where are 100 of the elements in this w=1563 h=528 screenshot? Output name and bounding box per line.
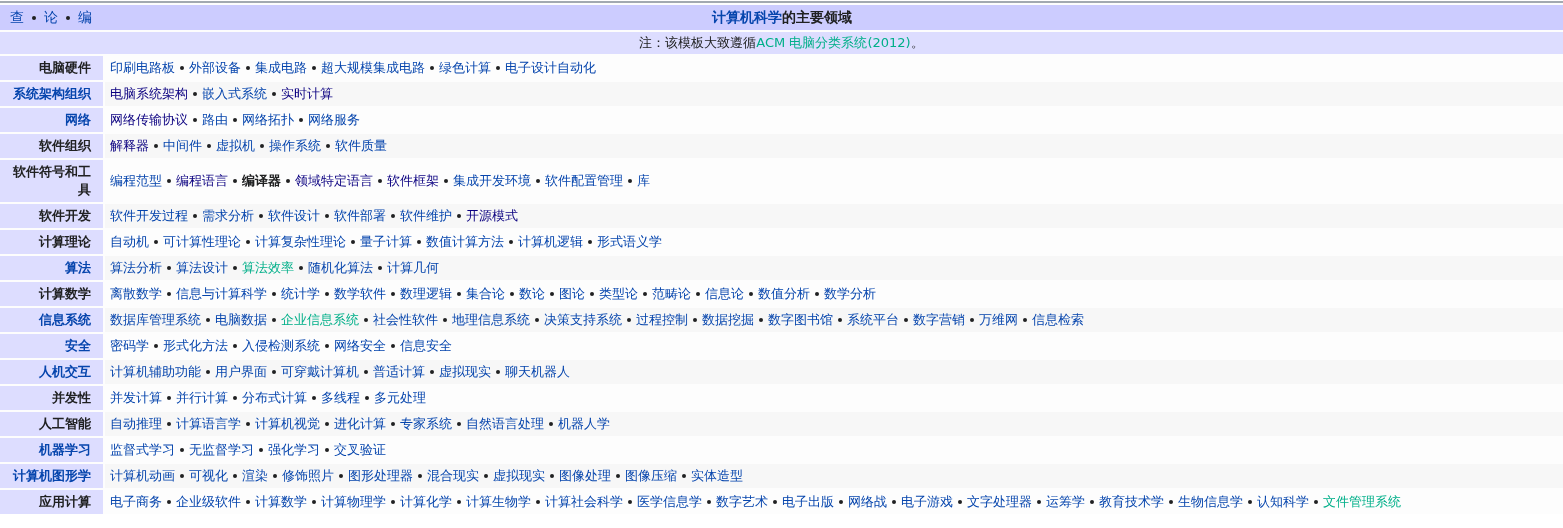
group-label-link[interactable]: 系统架构组织 [13, 85, 91, 103]
topic-link[interactable]: 编程语言 [176, 172, 228, 190]
topic-link[interactable]: 多线程 [321, 389, 360, 407]
topic-link[interactable]: 计算生物学 [466, 493, 531, 511]
topic-link[interactable]: 计算机逻辑 [518, 233, 583, 251]
topic-link[interactable]: 认知科学 [1257, 493, 1309, 511]
topic-link[interactable]: 计算社会科学 [545, 493, 623, 511]
topic-link[interactable]: 范畴论 [652, 285, 691, 303]
topic-link[interactable]: 自然语言处理 [466, 415, 544, 433]
topic-link[interactable]: 绿色计算 [439, 59, 491, 77]
topic-link[interactable]: 软件开发过程 [110, 207, 188, 225]
topic-link[interactable]: 虚拟现实 [439, 363, 491, 381]
topic-link[interactable]: 超大规模集成电路 [321, 59, 425, 77]
topic-link[interactable]: 统计学 [281, 285, 320, 303]
topic-link[interactable]: 计算化学 [400, 493, 452, 511]
topic-link[interactable]: 集成电路 [255, 59, 307, 77]
topic-link[interactable]: 入侵检测系统 [242, 337, 320, 355]
topic-link[interactable]: 过程控制 [636, 311, 688, 329]
topic-link[interactable]: 可视化 [189, 467, 228, 485]
topic-link[interactable]: 计算复杂性理论 [255, 233, 346, 251]
topic-link[interactable]: 算法设计 [176, 259, 228, 277]
topic-link[interactable]: 社会性软件 [373, 311, 438, 329]
navbar-link[interactable]: 论 [44, 8, 58, 27]
topic-link[interactable]: 图像处理 [559, 467, 611, 485]
topic-link[interactable]: 信息与计算科学 [176, 285, 267, 303]
topic-link[interactable]: 数值计算方法 [426, 233, 504, 251]
topic-link[interactable]: 电子出版 [782, 493, 834, 511]
topic-link[interactable]: 图像压缩 [625, 467, 677, 485]
topic-link[interactable]: 电脑系统架构 [110, 85, 188, 103]
topic-link[interactable]: 强化学习 [268, 441, 320, 459]
topic-link[interactable]: 图论 [559, 285, 585, 303]
topic-link[interactable]: 万维网 [979, 311, 1018, 329]
topic-link[interactable]: 嵌入式系统 [202, 85, 267, 103]
topic-link[interactable]: 聊天机器人 [505, 363, 570, 381]
topic-link[interactable]: 混合现实 [427, 467, 479, 485]
topic-link[interactable]: 多元处理 [374, 389, 426, 407]
topic-link[interactable]: 数理逻辑 [400, 285, 452, 303]
topic-link[interactable]: 数字图书馆 [768, 311, 833, 329]
topic-link[interactable]: 编译器 [242, 172, 281, 190]
topic-link[interactable]: 用户界面 [215, 363, 267, 381]
topic-link[interactable]: 可穿戴计算机 [281, 363, 359, 381]
topic-link[interactable]: 领域特定语言 [295, 172, 373, 190]
topic-link[interactable]: 交叉验证 [334, 441, 386, 459]
topic-link[interactable]: 印刷电路板 [110, 59, 175, 77]
topic-link[interactable]: 操作系统 [269, 137, 321, 155]
topic-link[interactable]: 开源模式 [466, 207, 518, 225]
group-label-link[interactable]: 机器学习 [39, 441, 91, 459]
topic-link[interactable]: 生物信息学 [1178, 493, 1243, 511]
topic-link[interactable]: 虚拟机 [216, 137, 255, 155]
topic-link[interactable]: 数据挖掘 [702, 311, 754, 329]
topic-link[interactable]: 计算语言学 [176, 415, 241, 433]
topic-link[interactable]: 并发计算 [110, 389, 162, 407]
topic-link[interactable]: 计算数学 [255, 493, 307, 511]
topic-link[interactable]: 软件维护 [400, 207, 452, 225]
topic-link[interactable]: 数学分析 [824, 285, 876, 303]
topic-link[interactable]: 运筹学 [1046, 493, 1085, 511]
topic-link[interactable]: 解释器 [110, 137, 149, 155]
topic-link[interactable]: 并行计算 [176, 389, 228, 407]
topic-link[interactable]: 密码学 [110, 337, 149, 355]
topic-link[interactable]: 实体造型 [691, 467, 743, 485]
topic-link[interactable]: 离散数学 [110, 285, 162, 303]
topic-link[interactable]: 自动推理 [110, 415, 162, 433]
topic-link[interactable]: 无监督学习 [189, 441, 254, 459]
topic-link[interactable]: 文字处理器 [967, 493, 1032, 511]
topic-link[interactable]: 网络安全 [334, 337, 386, 355]
topic-link[interactable]: 中间件 [163, 137, 202, 155]
topic-link[interactable]: 数论 [519, 285, 545, 303]
topic-link[interactable]: 数字营销 [913, 311, 965, 329]
group-label-link[interactable]: 网络 [65, 111, 91, 129]
topic-link[interactable]: 决策支持系统 [544, 311, 622, 329]
topic-link[interactable]: 量子计算 [360, 233, 412, 251]
topic-link[interactable]: 教育技术学 [1099, 493, 1164, 511]
group-label-link[interactable]: 算法 [65, 259, 91, 277]
topic-link[interactable]: 电子设计自动化 [505, 59, 596, 77]
topic-link[interactable]: 路由 [202, 111, 228, 129]
topic-link[interactable]: 数字艺术 [716, 493, 768, 511]
topic-link[interactable]: 虚拟现实 [493, 467, 545, 485]
topic-link[interactable]: 监督式学习 [110, 441, 175, 459]
topic-link[interactable]: 机器人学 [558, 415, 610, 433]
topic-link[interactable]: 编程范型 [110, 172, 162, 190]
topic-link[interactable]: 需求分析 [202, 207, 254, 225]
topic-link[interactable]: 信息安全 [400, 337, 452, 355]
topic-link[interactable]: 信息论 [705, 285, 744, 303]
navbar-link[interactable]: 查 [10, 8, 24, 27]
topic-link[interactable]: 随机化算法 [308, 259, 373, 277]
topic-link[interactable]: 计算机辅助功能 [110, 363, 201, 381]
topic-link[interactable]: 电脑数据 [215, 311, 267, 329]
topic-link[interactable]: 进化计算 [334, 415, 386, 433]
topic-link[interactable]: 计算机动画 [110, 467, 175, 485]
topic-link[interactable]: 图形处理器 [348, 467, 413, 485]
topic-link[interactable]: 系统平台 [847, 311, 899, 329]
topic-link[interactable]: 计算几何 [387, 259, 439, 277]
topic-link[interactable]: 数据库管理系统 [110, 311, 201, 329]
topic-link[interactable]: 渲染 [242, 467, 268, 485]
topic-link[interactable]: 网络战 [848, 493, 887, 511]
topic-link[interactable]: 类型论 [599, 285, 638, 303]
topic-link[interactable]: 库 [637, 172, 650, 190]
topic-link[interactable]: 外部设备 [189, 59, 241, 77]
topic-link[interactable]: 计算物理学 [321, 493, 386, 511]
topic-link[interactable]: 分布式计算 [242, 389, 307, 407]
